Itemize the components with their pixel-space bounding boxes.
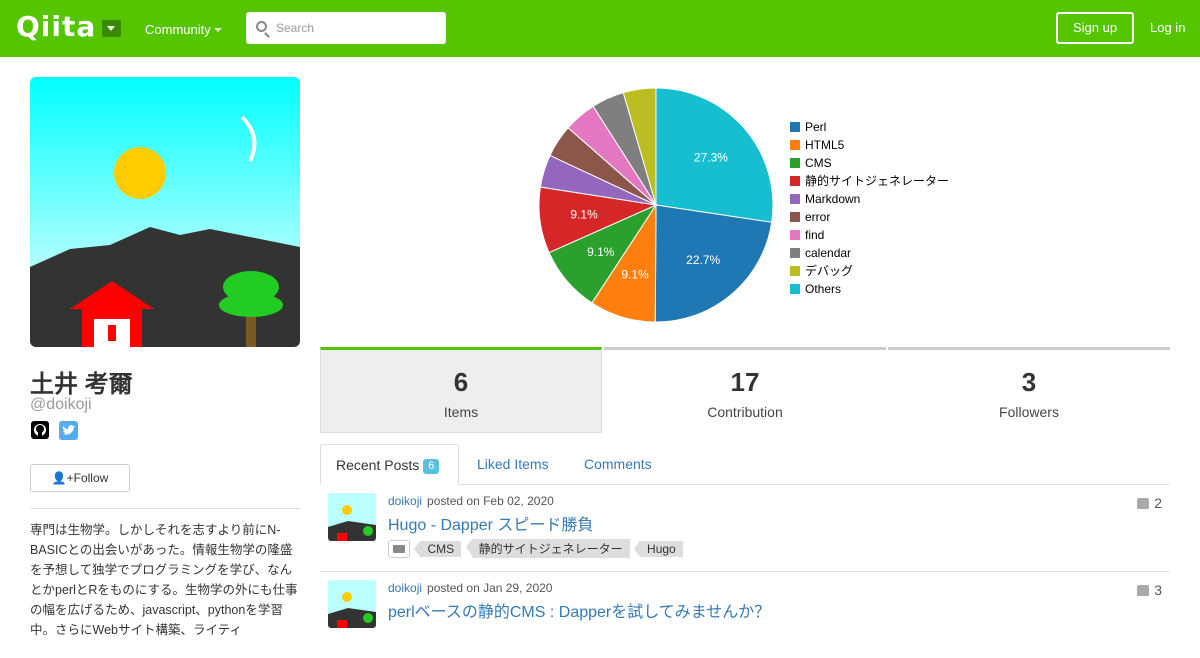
tag[interactable]: 静的サイトジェネレーター — [465, 539, 630, 558]
legend-swatch — [790, 122, 800, 132]
search-box — [246, 12, 446, 44]
stat-label: Followers — [999, 404, 1059, 420]
like-count: 2 — [1137, 495, 1162, 511]
like-count-value: 2 — [1154, 495, 1162, 511]
community-menu[interactable]: Community — [145, 22, 211, 37]
avatar — [30, 77, 300, 347]
legend-swatch — [790, 230, 800, 240]
follow-button[interactable]: 👤+Follow — [30, 464, 130, 492]
legend-label[interactable]: CMS — [805, 156, 832, 170]
divider — [30, 508, 300, 509]
post-author-link[interactable]: doikoji — [388, 581, 422, 595]
legend-label[interactable]: Others — [805, 282, 841, 296]
login-link[interactable]: Log in — [1150, 20, 1185, 35]
thumbs-up-icon — [1137, 498, 1150, 509]
chevron-down-icon — [214, 28, 222, 32]
tag[interactable]: Hugo — [634, 540, 683, 557]
pie-slice-label: 27.3% — [694, 151, 728, 165]
qiita-logo[interactable]: Qiita — [16, 10, 96, 43]
legend-label[interactable]: デバッグ — [805, 263, 853, 278]
folder-icon — [388, 539, 410, 558]
search-input[interactable] — [276, 12, 441, 44]
tag-pie-chart: 27.3% 22.7% 9.1% 9.1% 9.1% Perl HTML5 CMS 静的サイトジ… — [530, 80, 1010, 335]
list-item: doikoji posted on Feb 02, 2020 Hugo - Dap… — [320, 485, 1170, 571]
legend-swatch — [790, 176, 800, 186]
stat-items[interactable]: 6 Items — [320, 347, 602, 433]
like-count: 3 — [1137, 582, 1162, 598]
logo-dropdown-icon[interactable] — [102, 20, 121, 37]
stat-followers[interactable]: 3 Followers — [888, 347, 1170, 433]
legend-label[interactable]: 静的サイトジェネレーター — [805, 173, 949, 188]
post-title-link[interactable]: perlベースの静的CMS : Dapperを試してみませんか？ — [388, 598, 770, 622]
legend-swatch — [790, 284, 800, 294]
stat-value: 17 — [730, 367, 760, 397]
search-icon — [256, 21, 267, 32]
follow-label: Follow — [73, 471, 109, 485]
pie-slice-label: 22.7% — [686, 253, 720, 267]
signup-button[interactable]: Sign up — [1056, 12, 1134, 44]
tab-liked-items[interactable]: Liked Items — [477, 444, 549, 485]
legend-swatch — [790, 266, 800, 276]
profile-handle: @doikoji — [30, 396, 92, 413]
legend-label[interactable]: Perl — [805, 120, 826, 134]
thumbs-up-icon — [1137, 585, 1150, 596]
legend-swatch — [790, 194, 800, 204]
post-date: posted on Jan 29, 2020 — [427, 581, 553, 595]
post-title-link[interactable]: Hugo - Dapper スピード勝負 — [388, 511, 593, 535]
twitter-icon[interactable] — [59, 421, 78, 440]
legend-label[interactable]: calendar — [805, 246, 851, 260]
legend-swatch — [790, 248, 800, 258]
profile-bio: 専門は生物学。しかしそれを志すより前にN-BASICとの出会いがあった。情報生物… — [30, 523, 298, 637]
like-count-value: 3 — [1154, 582, 1162, 598]
list-item: doikoji posted on Jan 29, 2020 perlベースの静的… — [320, 572, 1170, 658]
stat-label: Contribution — [707, 404, 783, 420]
profile-name: 土井 考爾 — [30, 371, 133, 398]
post-date: posted on Feb 02, 2020 — [427, 494, 554, 508]
stat-label: Items — [443, 404, 479, 420]
tab-label: Recent Posts — [336, 457, 420, 473]
pie-slice-label: 9.1% — [570, 208, 598, 222]
tag[interactable]: CMS — [414, 540, 462, 557]
post-author-link[interactable]: doikoji — [388, 494, 422, 508]
legend-swatch — [790, 140, 800, 150]
post-author-avatar[interactable] — [328, 580, 376, 628]
post-meta: doikoji posted on Jan 29, 2020 — [388, 581, 552, 595]
post-author-avatar[interactable] — [328, 493, 376, 541]
post-tags: CMS 静的サイトジェネレーター Hugo — [388, 539, 683, 558]
legend-label[interactable]: Markdown — [805, 192, 860, 206]
legend-label[interactable]: HTML5 — [805, 138, 845, 152]
github-icon[interactable] — [31, 421, 49, 439]
legend-label[interactable]: error — [805, 210, 830, 224]
count-badge: 6 — [423, 459, 440, 474]
stat-value: 6 — [453, 367, 469, 397]
legend-label[interactable]: find — [805, 228, 824, 242]
add-user-icon: 👤+ — [51, 471, 74, 485]
top-navbar: Qiita Community Sign up Log in — [0, 0, 1200, 57]
tab-comments[interactable]: Comments — [584, 444, 652, 485]
post-meta: doikoji posted on Feb 02, 2020 — [388, 494, 554, 508]
pie-slice-label: 9.1% — [587, 245, 615, 259]
pie-slice-label: 9.1% — [621, 267, 649, 281]
legend-swatch — [790, 158, 800, 168]
tab-recent-posts[interactable]: Recent Posts 6 — [320, 444, 459, 485]
stat-value: 3 — [1021, 367, 1037, 397]
stat-contribution[interactable]: 17 Contribution — [604, 347, 886, 433]
legend-swatch — [790, 212, 800, 222]
